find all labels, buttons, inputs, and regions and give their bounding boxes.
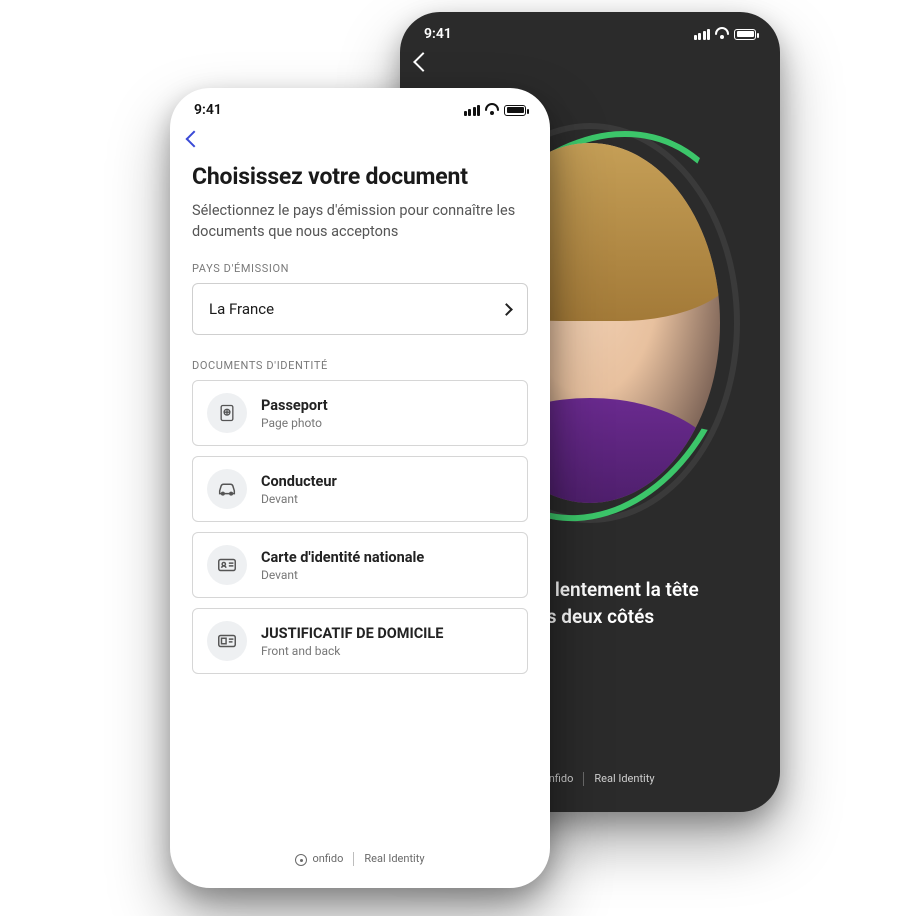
signal-icon xyxy=(694,29,711,40)
wifi-icon xyxy=(715,27,729,41)
status-icons xyxy=(464,103,527,117)
battery-icon xyxy=(734,29,756,40)
document-option-address[interactable]: JUSTIFICATIF DE DOMICILE Front and back xyxy=(192,608,528,674)
brand-tagline: Real Identity xyxy=(364,852,424,865)
document-option-driver[interactable]: Conducteur Devant xyxy=(192,456,528,522)
status-icons xyxy=(694,27,757,41)
document-option-passport[interactable]: Passeport Page photo xyxy=(192,380,528,446)
country-label: PAYS D'ÉMISSION xyxy=(192,262,528,275)
wifi-icon xyxy=(485,103,499,117)
document-sub: Devant xyxy=(261,568,424,582)
page-title: Choisissez votre document xyxy=(192,163,528,190)
statusbar: 9:41 xyxy=(170,88,550,124)
battery-icon xyxy=(504,105,526,116)
branding: onfido Real Identity xyxy=(170,852,550,867)
document-sub: Devant xyxy=(261,492,337,506)
nav-bar xyxy=(170,124,550,157)
id-card-icon xyxy=(207,545,247,585)
document-name: JUSTIFICATIF DE DOMICILE xyxy=(261,625,443,642)
back-icon[interactable] xyxy=(413,52,433,72)
documents-label: DOCUMENTS D'IDENTITÉ xyxy=(192,359,528,372)
document-sub: Front and back xyxy=(261,644,443,658)
status-time: 9:41 xyxy=(194,102,222,118)
document-option-id[interactable]: Carte d'identité nationale Devant xyxy=(192,532,528,598)
chevron-right-icon xyxy=(500,303,513,316)
brand-name: onfido xyxy=(312,852,343,865)
nav-bar xyxy=(400,48,780,83)
document-name: Conducteur xyxy=(261,473,337,490)
signal-icon xyxy=(464,105,481,116)
country-select[interactable]: La France xyxy=(192,283,528,335)
country-value: La France xyxy=(209,300,274,318)
status-time: 9:41 xyxy=(424,26,452,42)
document-name: Passeport xyxy=(261,397,328,414)
statusbar: 9:41 xyxy=(400,12,780,48)
page-subtitle: Sélectionnez le pays d'émission pour con… xyxy=(192,200,528,242)
document-icon xyxy=(207,621,247,661)
car-icon xyxy=(207,469,247,509)
passport-icon xyxy=(207,393,247,433)
brand-tagline: Real Identity xyxy=(594,772,654,785)
phone-document-select: 9:41 Choisissez votre document Sélection… xyxy=(170,88,550,888)
document-sub: Page photo xyxy=(261,416,328,430)
document-name: Carte d'identité nationale xyxy=(261,549,424,566)
brand-logo: onfido xyxy=(295,852,343,867)
back-icon[interactable] xyxy=(186,131,203,148)
